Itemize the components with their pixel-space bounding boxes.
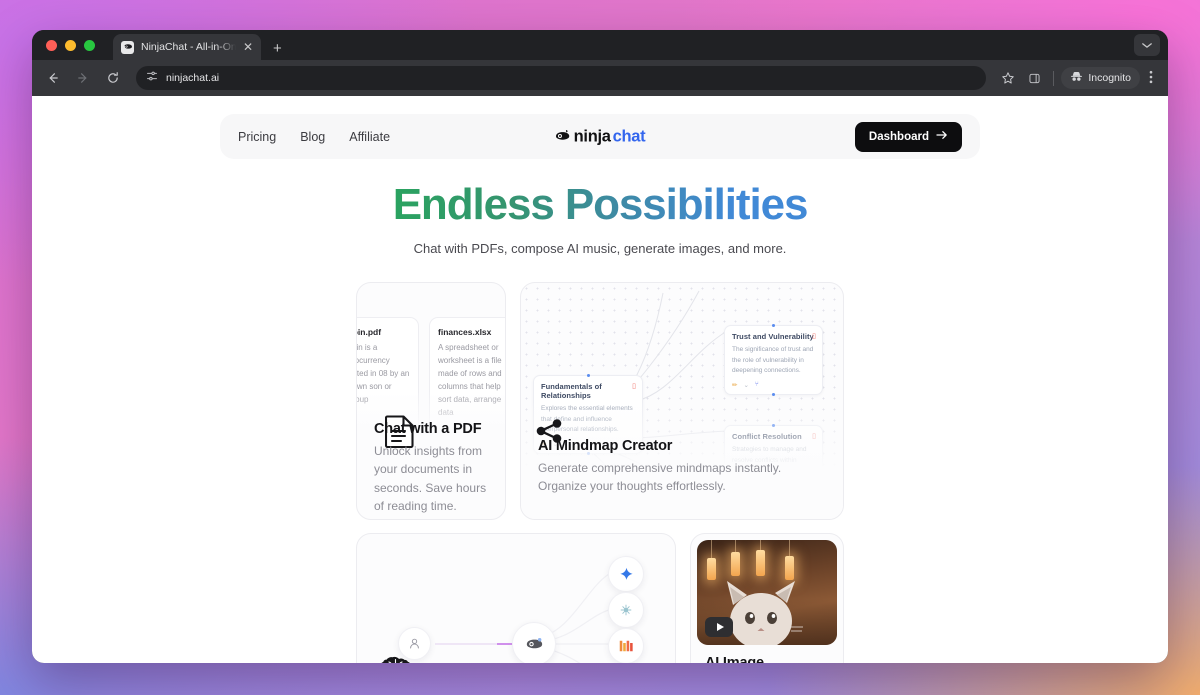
arrow-left-icon[interactable] xyxy=(40,65,66,91)
mindmap-card-text: AI Mindmap Creator Generate comprehensiv… xyxy=(538,438,827,495)
logo-text-ninja: ninja xyxy=(573,127,611,145)
site-nav-links: Pricing Blog Affiliate xyxy=(238,130,390,144)
card-title: AI Mindmap Creator xyxy=(538,438,673,455)
branch-icon[interactable]: ⑂ xyxy=(755,381,759,388)
feature-card-chat-with-pdf[interactable]: coin.pdf coin is a ptocurrency ented in … xyxy=(356,282,506,521)
logo-text-chat: chat xyxy=(612,127,646,145)
browser-tab[interactable]: NinjaChat - All-in-One AI Ass ✕ xyxy=(113,34,261,60)
card-description: Unlock insights from your documents in s… xyxy=(374,444,487,513)
network-node-gemini[interactable] xyxy=(608,556,644,593)
page-viewport: Pricing Blog Affiliate ninja chat Dashbo… xyxy=(32,96,1168,663)
mistral-icon xyxy=(619,640,633,652)
kebab-menu-icon[interactable] xyxy=(1142,70,1160,87)
feature-row-top: coin.pdf coin is a ptocurrency ented in … xyxy=(356,282,844,521)
window-minimize-button[interactable] xyxy=(65,39,76,51)
hero-section: Endless Possibilities Chat with PDFs, co… xyxy=(32,180,1168,257)
anthropic-icon xyxy=(620,604,632,616)
network-node-anthropic[interactable] xyxy=(608,592,644,629)
feature-card-ai-image-generator[interactable]: AI Image Generator xyxy=(690,533,844,663)
pendant-lamp xyxy=(731,552,740,577)
window-traffic-lights xyxy=(44,30,103,60)
cat-in-bar-thumbnail xyxy=(697,540,837,646)
dashboard-button[interactable]: Dashboard xyxy=(854,121,962,152)
close-icon[interactable]: ✕ xyxy=(243,41,253,53)
trash-icon[interactable]: ▯ xyxy=(812,332,816,340)
dashboard-label: Dashboard xyxy=(868,130,929,143)
card-description: Generate comprehensive mindmaps instantl… xyxy=(538,461,782,494)
node-description: The significance of trust and the role o… xyxy=(732,346,814,375)
address-bar[interactable]: ninjachat.ai xyxy=(136,66,987,90)
network-node-mistral[interactable] xyxy=(608,628,644,663)
star-icon[interactable] xyxy=(996,66,1020,90)
node-port-bottom xyxy=(772,392,775,396)
url-text: ninjachat.ai xyxy=(166,72,220,84)
page-content: Pricing Blog Affiliate ninja chat Dashbo… xyxy=(32,96,1168,663)
node-port-top xyxy=(586,374,590,378)
feature-card-ai-mindmap-creator[interactable]: Fundamentals of Relationships Explores t… xyxy=(520,282,844,521)
incognito-indicator[interactable]: Incognito xyxy=(1061,67,1140,89)
edit-icon[interactable]: ✏ xyxy=(732,381,737,389)
document-filename: coin.pdf xyxy=(357,327,382,338)
brain-icon xyxy=(379,656,413,663)
arrow-right-icon xyxy=(936,130,948,143)
ninja-hub-icon xyxy=(526,637,542,648)
site-logo[interactable]: ninja chat xyxy=(555,127,646,146)
page-title: Endless Possibilities xyxy=(392,180,809,229)
toolbar-actions: Incognito xyxy=(996,66,1160,90)
hero-subtitle: Chat with PDFs, compose AI music, genera… xyxy=(413,241,787,257)
image-generator-card-text: AI Image Generator xyxy=(697,645,837,663)
browser-toolbar: ninjachat.ai Incognito xyxy=(32,60,1168,96)
node-port-top xyxy=(772,324,775,328)
reload-icon[interactable] xyxy=(100,65,126,91)
card-title: AI Image Generator xyxy=(705,654,828,663)
trash-icon[interactable]: ▯ xyxy=(632,382,636,390)
chevron-down-icon[interactable]: ⌄ xyxy=(743,381,748,389)
pdf-card-text: Chat with a PDF Unlock insights from you… xyxy=(374,421,491,515)
window-maximize-button[interactable] xyxy=(84,39,95,51)
incognito-label: Incognito xyxy=(1088,72,1131,84)
browser-window: NinjaChat - All-in-One AI Ass ✕ + xyxy=(32,30,1168,663)
node-title: Fundamentals of Relationships xyxy=(541,382,602,401)
user-icon xyxy=(410,638,419,649)
pendant-lamp xyxy=(756,550,765,577)
play-icon[interactable] xyxy=(705,617,733,638)
document-filename: finances.xlsx xyxy=(438,327,492,338)
nav-link-pricing[interactable]: Pricing xyxy=(238,130,276,144)
node-tools: ✏ ⌄ ⑂ xyxy=(732,381,815,389)
side-panel-icon[interactable] xyxy=(1022,66,1046,90)
toolbar-divider xyxy=(1053,70,1055,86)
tab-strip: NinjaChat - All-in-One AI Ass ✕ + xyxy=(32,30,1168,60)
pendant-lamp xyxy=(707,558,716,581)
site-header: Pricing Blog Affiliate ninja chat Dashbo… xyxy=(220,114,980,159)
gemini-sparkle-icon xyxy=(619,567,633,580)
tab-title: NinjaChat - All-in-One AI Ass xyxy=(141,41,236,53)
ninja-head-favicon xyxy=(121,40,134,54)
network-artwork xyxy=(357,534,675,663)
chevron-down-icon[interactable] xyxy=(1134,34,1160,56)
nav-link-blog[interactable]: Blog xyxy=(300,130,325,144)
arrow-right-icon xyxy=(70,65,96,91)
incognito-hat-icon xyxy=(1070,71,1083,85)
plus-icon[interactable]: + xyxy=(273,41,282,56)
node-title: Trust and Vulnerability xyxy=(732,332,814,342)
card-title: Chat with a PDF xyxy=(374,421,482,438)
tune-sliders-icon[interactable] xyxy=(146,69,158,87)
nav-link-affiliate[interactable]: Affiliate xyxy=(349,130,390,144)
window-close-button[interactable] xyxy=(46,39,57,51)
ninja-head-icon xyxy=(555,129,571,145)
cat-illustration xyxy=(721,581,803,646)
feature-card-model-network[interactable] xyxy=(356,533,676,663)
mindmap-node[interactable]: Trust and Vulnerability The significance… xyxy=(724,324,823,396)
network-node-hub[interactable] xyxy=(512,622,556,663)
feature-card-grid: coin.pdf coin is a ptocurrency ented in … xyxy=(356,282,844,663)
feature-row-bottom: AI Image Generator xyxy=(356,533,844,663)
